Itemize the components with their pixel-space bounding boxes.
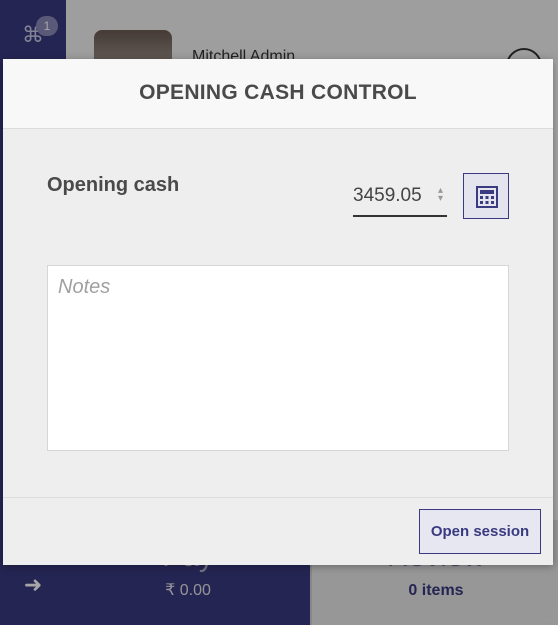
- calculator-button[interactable]: [463, 173, 509, 219]
- dialog-footer: Open session: [3, 497, 553, 565]
- notes-textarea[interactable]: Notes: [47, 265, 509, 451]
- dialog-title: OPENING CASH CONTROL: [139, 81, 417, 104]
- open-session-button[interactable]: Open session: [419, 509, 541, 554]
- opening-cash-value: 3459.05: [353, 185, 422, 206]
- number-spinner-icon[interactable]: ▴ ▾: [438, 186, 443, 204]
- opening-cash-control-dialog: OPENING CASH CONTROL Opening cash 3459.0…: [3, 59, 553, 565]
- opening-cash-label: Opening cash: [47, 174, 180, 196]
- dialog-header: OPENING CASH CONTROL: [3, 59, 553, 129]
- resize-handle-icon[interactable]: [543, 610, 554, 621]
- opening-cash-input[interactable]: 3459.05 ▴ ▾: [353, 179, 447, 217]
- notes-placeholder: Notes: [58, 276, 111, 298]
- calculator-icon: [476, 186, 498, 208]
